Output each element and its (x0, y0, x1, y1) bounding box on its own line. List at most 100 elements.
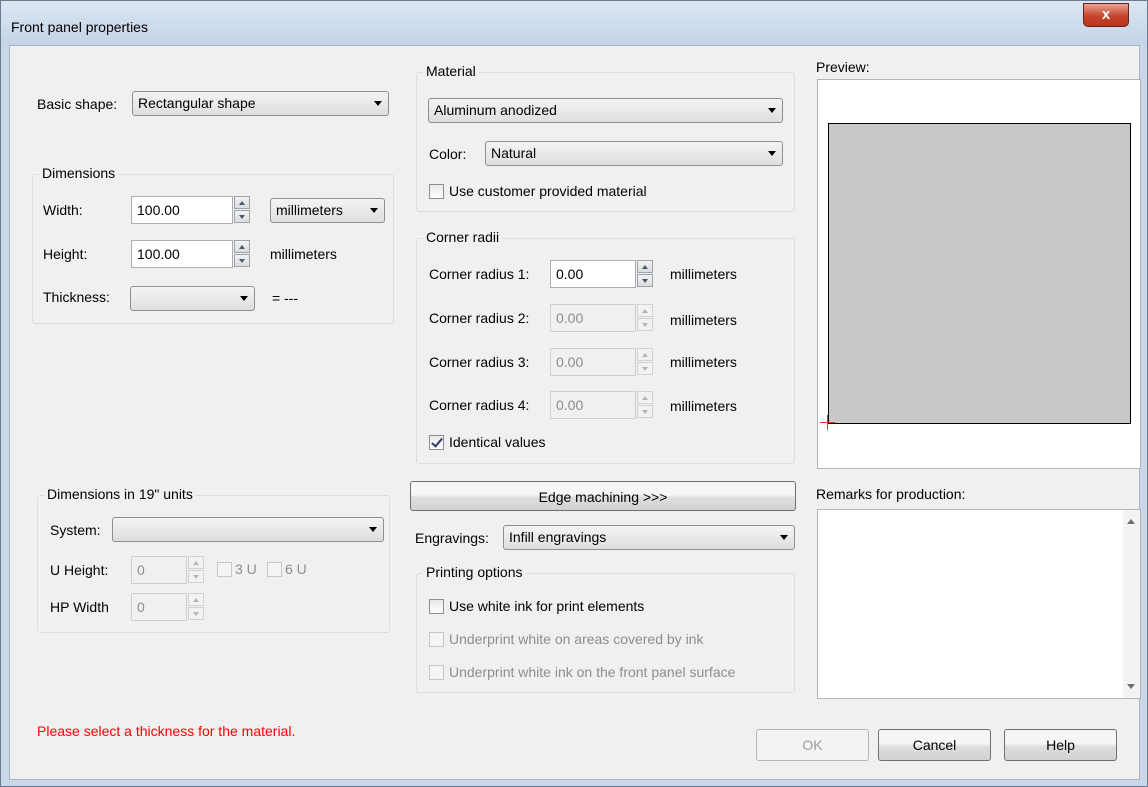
chevron-down-icon (370, 208, 378, 213)
chevron-down-icon (768, 151, 776, 156)
height-increment[interactable] (234, 240, 250, 253)
material-value: Aluminum anodized (434, 102, 557, 118)
u-height-decrement[interactable] (188, 570, 204, 583)
corner-radius-3-decrement[interactable] (637, 362, 653, 375)
6u-label: 6 U (285, 561, 307, 577)
3u-checkbox[interactable] (217, 562, 232, 577)
corner-radius-4-input[interactable] (550, 391, 636, 419)
chevron-down-icon (374, 101, 382, 106)
thickness-select[interactable] (130, 286, 255, 311)
hp-width-input[interactable] (131, 593, 187, 621)
units19-legend: Dimensions in 19" units (44, 486, 196, 502)
title-bar[interactable]: Front panel properties x (1, 1, 1147, 45)
height-input[interactable] (131, 240, 233, 268)
hp-width-decrement[interactable] (188, 607, 204, 620)
basic-shape-select[interactable]: Rectangular shape (132, 91, 389, 116)
width-label: Width: (43, 202, 83, 218)
printing-options-legend: Printing options (423, 564, 526, 580)
color-select[interactable]: Natural (485, 141, 783, 166)
help-button[interactable]: Help (1004, 729, 1117, 761)
unit-select-value: millimeters (276, 202, 343, 218)
corner-radius-2-stepper[interactable] (637, 304, 653, 332)
thickness-label: Thickness: (43, 289, 110, 305)
corner-radius-2-decrement[interactable] (637, 318, 653, 331)
corner-radius-4-decrement[interactable] (637, 405, 653, 418)
u-height-label: U Height: (50, 562, 109, 578)
3u-label: 3 U (235, 561, 257, 577)
u-height-increment[interactable] (188, 556, 204, 569)
preview-label: Preview: (816, 59, 870, 75)
underprint-surface-label: Underprint white ink on the front panel … (449, 664, 736, 680)
corner-radius-3-unit: millimeters (670, 354, 737, 370)
corner-radius-4-label: Corner radius 4: (429, 397, 530, 413)
chevron-down-icon (780, 535, 788, 540)
close-button[interactable]: x (1083, 3, 1129, 27)
width-stepper[interactable] (234, 196, 250, 224)
white-ink-checkbox[interactable] (429, 599, 444, 614)
width-input[interactable] (131, 196, 233, 224)
6u-checkbox[interactable] (267, 562, 282, 577)
underprint-areas-checkbox[interactable] (429, 632, 444, 647)
height-label: Height: (43, 246, 88, 262)
unit-select[interactable]: millimeters (270, 198, 385, 223)
identical-values-label: Identical values (449, 434, 546, 450)
underprint-areas-label: Underprint white on areas covered by ink (449, 631, 704, 647)
scroll-down-icon[interactable] (1127, 684, 1135, 689)
basic-shape-label: Basic shape: (37, 96, 118, 112)
corner-radius-4-unit: millimeters (670, 398, 737, 414)
u-height-stepper[interactable] (188, 556, 204, 584)
u-height-input[interactable] (131, 556, 187, 584)
basic-shape-value: Rectangular shape (138, 95, 256, 111)
corner-radius-1-unit: millimeters (670, 266, 737, 282)
corner-radius-2-input[interactable] (550, 304, 636, 332)
height-decrement[interactable] (234, 254, 250, 267)
white-ink-label: Use white ink for print elements (449, 598, 645, 614)
material-legend: Material (423, 63, 479, 79)
ok-button[interactable]: OK (756, 729, 869, 761)
scroll-up-icon[interactable] (1127, 519, 1135, 524)
corner-radius-2-increment[interactable] (637, 304, 653, 317)
dialog-client-area: Basic shape: Rectangular shape Dimension… (9, 45, 1141, 780)
chevron-down-icon (768, 108, 776, 113)
height-stepper[interactable] (234, 240, 250, 268)
engravings-label: Engravings: (415, 530, 489, 546)
customer-material-checkbox[interactable] (429, 184, 444, 199)
corner-radius-3-label: Corner radius 3: (429, 354, 530, 370)
corner-radius-3-input[interactable] (550, 348, 636, 376)
corner-radius-4-stepper[interactable] (637, 391, 653, 419)
corner-radius-3-stepper[interactable] (637, 348, 653, 376)
corner-radius-2-unit: millimeters (670, 312, 737, 328)
close-icon: x (1101, 6, 1111, 23)
corner-radius-1-increment[interactable] (637, 260, 653, 273)
width-decrement[interactable] (234, 210, 250, 223)
hp-width-increment[interactable] (188, 593, 204, 606)
customer-material-label: Use customer provided material (449, 183, 647, 199)
underprint-surface-checkbox[interactable] (429, 665, 444, 680)
width-increment[interactable] (234, 196, 250, 209)
remarks-textarea[interactable] (817, 509, 1141, 699)
corner-radius-2-label: Corner radius 2: (429, 310, 530, 326)
material-select[interactable]: Aluminum anodized (428, 98, 783, 123)
corner-radius-3-increment[interactable] (637, 348, 653, 361)
identical-values-checkbox[interactable] (429, 435, 444, 450)
error-message: Please select a thickness for the materi… (37, 723, 296, 739)
remarks-scrollbar[interactable] (1123, 510, 1140, 698)
hp-width-stepper[interactable] (188, 593, 204, 621)
chevron-down-icon (369, 527, 377, 532)
dialog-window: Front panel properties x Basic shape: Re… (0, 0, 1148, 787)
front-panel-shape (828, 123, 1131, 424)
color-label: Color: (429, 146, 467, 162)
remarks-label: Remarks for production: (816, 486, 966, 502)
corner-radius-1-stepper[interactable] (637, 260, 653, 288)
cancel-button[interactable]: Cancel (878, 729, 991, 761)
thickness-result: = --- (272, 290, 299, 306)
corner-radius-4-increment[interactable] (637, 391, 653, 404)
engravings-select[interactable]: Infill engravings (503, 525, 795, 550)
engravings-value: Infill engravings (509, 529, 607, 545)
corner-radius-1-label: Corner radius 1: (429, 266, 530, 282)
corner-radius-1-decrement[interactable] (637, 274, 653, 287)
corner-radius-1-input[interactable] (550, 260, 636, 288)
color-value: Natural (491, 145, 537, 161)
edge-machining-button[interactable]: Edge machining >>> (410, 481, 796, 511)
system-select[interactable] (112, 517, 384, 542)
